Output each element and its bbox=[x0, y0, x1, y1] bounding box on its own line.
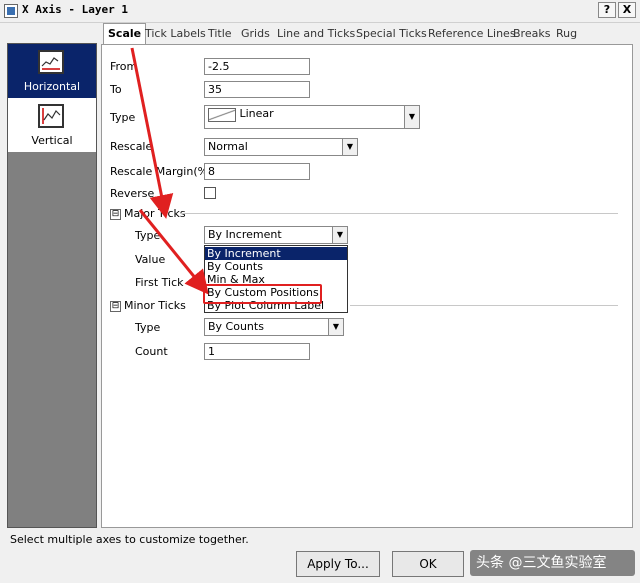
apply-to-button[interactable]: Apply To... bbox=[296, 551, 380, 577]
annotation-arrows bbox=[130, 47, 209, 295]
annotation-arrow-to-type bbox=[130, 47, 174, 219]
annotation-arrow-to-option bbox=[138, 209, 209, 295]
watermark: 头条 @三文鱼实验室 bbox=[470, 550, 635, 576]
status-text: Select multiple axes to customize togeth… bbox=[10, 533, 249, 546]
ok-button[interactable]: OK bbox=[392, 551, 464, 577]
